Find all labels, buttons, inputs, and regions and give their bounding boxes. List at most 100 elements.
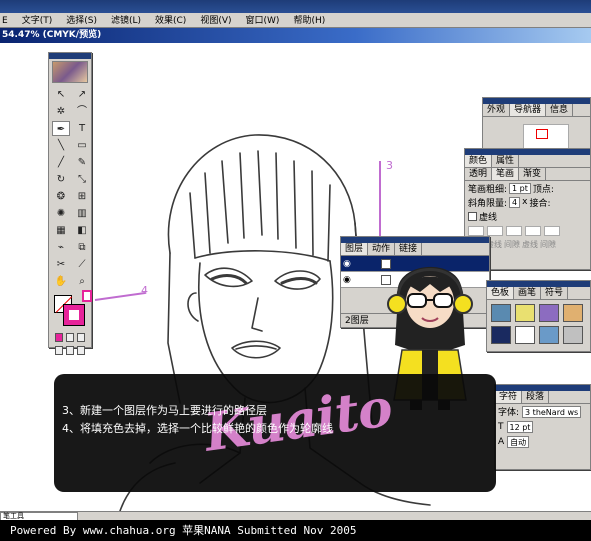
swatch[interactable] <box>539 304 559 322</box>
free-transform-icon[interactable]: ⊞ <box>73 189 91 204</box>
tab-stroke[interactable]: 笔画 <box>492 168 520 180</box>
mesh-tool-icon[interactable]: ▦ <box>52 223 70 238</box>
application-logo <box>52 61 88 83</box>
stroke-weight-field[interactable]: 1 pt <box>509 182 531 194</box>
leading-field[interactable]: 自动 <box>507 435 530 448</box>
eye-icon[interactable]: ◉ <box>343 259 353 269</box>
tab-attributes[interactable]: 属性 <box>492 155 520 167</box>
window-title-strip <box>0 0 591 13</box>
scissors-icon[interactable]: ✂ <box>52 257 70 272</box>
caption-box: Kuaito 3、新建一个图层作为马上要进行的路径层 4、将填充色去掉，选择一个… <box>54 374 496 492</box>
dash-label: 虚线 <box>522 240 538 249</box>
gradient-mode-button[interactable] <box>66 333 74 342</box>
swatches-tabs: 色板 画笔 符号 <box>487 287 590 300</box>
eye-icon[interactable]: ◉ <box>343 275 353 285</box>
blend-tool-icon[interactable]: ⧉ <box>73 240 91 255</box>
gap-field[interactable] <box>487 226 503 236</box>
menu-filter[interactable]: 滤镜(L) <box>111 14 141 28</box>
tab-navigator[interactable]: 导航器 <box>510 104 547 116</box>
rectangle-tool-icon[interactable]: ▭ <box>73 138 91 153</box>
warp-tool-icon[interactable]: ❂ <box>52 189 70 204</box>
tab-character[interactable]: 字符 <box>495 391 523 403</box>
swatch[interactable] <box>515 304 535 322</box>
zoom-tool-icon[interactable]: ⌕ <box>73 274 91 289</box>
swatches-panel: 色板 画笔 符号 <box>486 280 591 352</box>
miter-field[interactable]: 4 <box>509 196 521 208</box>
tab-brushes[interactable]: 画笔 <box>514 287 542 299</box>
dashed-checkbox[interactable] <box>468 211 477 221</box>
tab-transparency[interactable]: 透明 <box>465 168 493 180</box>
toolbox-titlebar[interactable] <box>49 53 91 59</box>
color-mode-buttons <box>49 331 91 344</box>
swatch[interactable] <box>491 304 511 322</box>
tab-appearance[interactable]: 外观 <box>483 104 511 116</box>
tab-gradient[interactable]: 渐变 <box>519 168 547 180</box>
size-row: T 12 pt <box>495 419 590 434</box>
scale-tool-icon[interactable]: ⤡ <box>73 172 91 187</box>
menu-help[interactable]: 帮助(H) <box>293 14 325 28</box>
stroke-tabs: 透明 笔画 渐变 <box>465 168 590 181</box>
dash-label: 间隙 <box>540 240 556 249</box>
rotate-tool-icon[interactable]: ↻ <box>52 172 70 187</box>
menu-view[interactable]: 视图(V) <box>200 14 231 28</box>
hand-tool-icon[interactable]: ✋ <box>52 274 70 289</box>
full-screen-menu-button[interactable] <box>66 346 74 355</box>
dashed-label: 虚线 <box>479 212 498 223</box>
menu-text[interactable]: 文字(T) <box>22 14 53 28</box>
menu-partial[interactable]: E <box>2 14 8 28</box>
pen-tool-icon[interactable]: ✒ <box>52 121 70 136</box>
font-field[interactable]: 3 theNard ws <box>522 405 582 418</box>
type-tool-icon[interactable]: T <box>73 121 91 136</box>
dashed-row: 虚线 <box>465 209 590 223</box>
color-mode-button[interactable] <box>55 333 63 342</box>
dash-field[interactable] <box>544 226 560 236</box>
none-mode-button[interactable] <box>77 333 85 342</box>
gap-field[interactable] <box>525 226 541 236</box>
slice-tool-icon[interactable]: ⟋ <box>73 257 91 272</box>
dash-field[interactable] <box>506 226 522 236</box>
document-title-bar[interactable]: 54.47% (CMYK/预览) <box>0 28 591 43</box>
tab-info[interactable]: 信息 <box>546 104 574 116</box>
caption-step-4: 4、将填充色去掉，选择一个比较鲜艳的颜色作为轮廓线 <box>62 422 333 435</box>
paintbrush-icon[interactable]: ╱ <box>52 155 70 170</box>
swatch[interactable] <box>539 326 559 344</box>
graph-tool-icon[interactable]: ▥ <box>73 206 91 221</box>
direct-selection-icon[interactable]: ↗ <box>73 87 91 102</box>
tab-swatches[interactable]: 色板 <box>487 287 515 299</box>
character-tabs: 字符 段落 <box>495 391 590 404</box>
lasso-icon[interactable]: ⌒ <box>73 104 91 119</box>
swatch-grid <box>487 300 590 348</box>
tab-paragraph[interactable]: 段落 <box>522 391 550 403</box>
eyedropper-icon[interactable]: ⌁ <box>52 240 70 255</box>
full-screen-button[interactable] <box>77 346 85 355</box>
miter-unit: x <box>522 197 528 207</box>
tab-color[interactable]: 颜色 <box>465 155 493 167</box>
stroke-color-swatch[interactable] <box>63 304 85 326</box>
caption-step-3: 3、新建一个图层作为马上要进行的路径层 <box>62 404 267 417</box>
dash-field[interactable] <box>468 226 484 236</box>
size-field[interactable]: 12 pt <box>506 420 534 433</box>
symbol-sprayer-icon[interactable]: ✺ <box>52 206 70 221</box>
gradient-tool-icon[interactable]: ◧ <box>73 223 91 238</box>
selection-arrow-icon[interactable]: ↖ <box>52 87 70 102</box>
menu-select[interactable]: 选择(S) <box>66 14 97 28</box>
swatch[interactable] <box>563 304 583 322</box>
menu-window[interactable]: 窗口(W) <box>246 14 280 28</box>
screen-mode-buttons <box>49 344 91 357</box>
signature-logo: Kuaito <box>200 377 396 464</box>
swatch[interactable] <box>563 326 583 344</box>
miter-label: 斜角限量: <box>468 198 508 209</box>
callout-number-4: 4 <box>141 284 148 297</box>
font-row: 字体: 3 theNard ws <box>495 404 590 419</box>
swatch[interactable] <box>515 326 535 344</box>
tab-symbols[interactable]: 符号 <box>541 287 569 299</box>
pencil-icon[interactable]: ✎ <box>73 155 91 170</box>
color-tabs: 颜色 属性 <box>465 155 590 168</box>
standard-screen-button[interactable] <box>55 346 63 355</box>
swatch[interactable] <box>491 326 511 344</box>
miter-row: 斜角限量: 4 x 接合: <box>465 195 590 209</box>
tab-layers[interactable]: 图层 <box>341 243 369 255</box>
line-tool-icon[interactable]: ╲ <box>52 138 70 153</box>
magic-wand-icon[interactable]: ✲ <box>52 104 70 119</box>
menu-effect[interactable]: 效果(C) <box>155 14 186 28</box>
